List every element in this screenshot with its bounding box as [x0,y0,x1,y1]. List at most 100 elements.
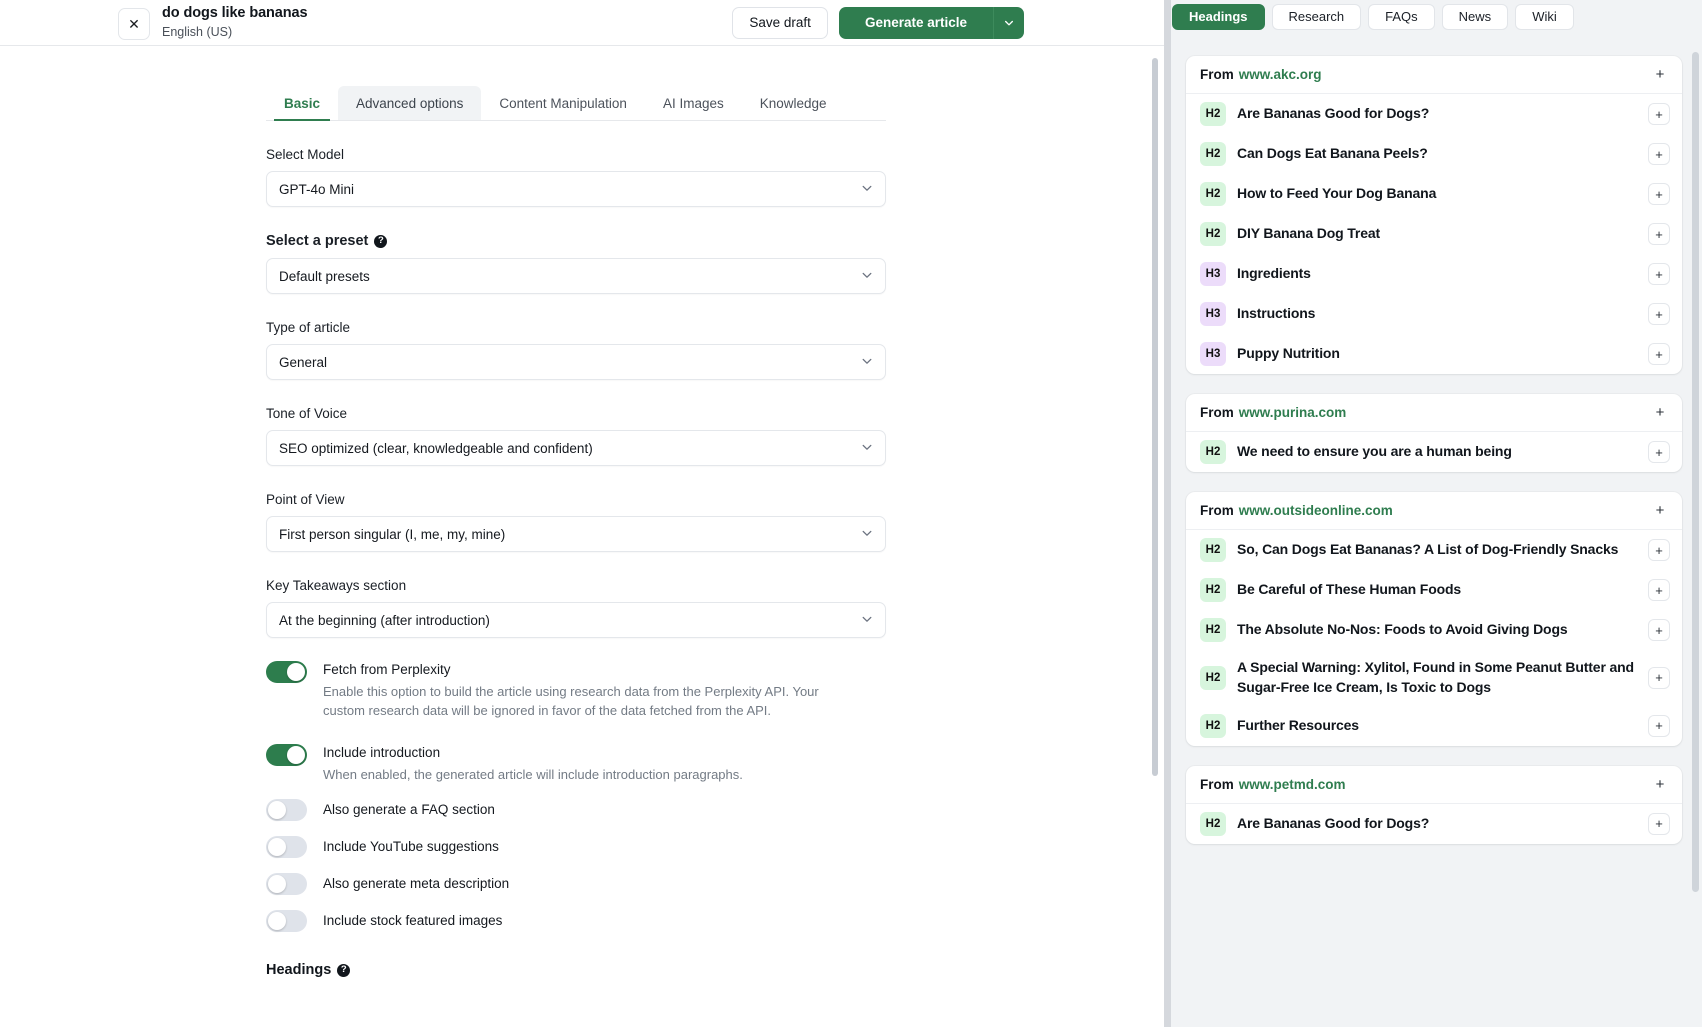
research-pane-tabs: Headings Research FAQs News Wiki [1164,0,1702,34]
point-of-view-dropdown[interactable]: First person singular (I, me, my, mine) [266,516,886,552]
tab-faqs[interactable]: FAQs [1368,3,1435,30]
source-card-header: From www.petmd.com + [1186,766,1682,804]
toggle-knob [268,801,286,820]
heading-row: H2 Can Dogs Eat Banana Peels? + [1186,134,1682,174]
field-tone-of-voice: Tone of Voice SEO optimized (clear, know… [266,406,886,466]
tab-advanced-options[interactable]: Advanced options [338,86,482,120]
select-model-dropdown[interactable]: GPT-4o Mini [266,171,886,207]
plus-icon[interactable]: + [1650,774,1670,794]
research-pane-scrollbar[interactable] [1692,52,1699,892]
settings-scroll-area[interactable]: Basic Advanced options Content Manipulat… [0,46,1164,1027]
chevron-down-icon [861,355,873,370]
field-label: Type of article [266,320,886,335]
plus-icon[interactable]: + [1650,403,1670,423]
plus-icon[interactable]: + [1648,579,1670,601]
select-model-label: Select Model [266,147,345,162]
heading-level-badge: H2 [1200,578,1226,602]
heading-text: We need to ensure you are a human being [1237,443,1512,460]
type-of-article-label: Type of article [266,320,351,335]
topbar-actions: Save draft Generate article [732,6,1154,39]
type-of-article-value: General [279,354,328,370]
toggle-row-include-introduction: Include introduction When enabled, the g… [266,743,906,784]
plus-icon[interactable]: + [1648,619,1670,641]
toggle-faq-section[interactable] [266,799,307,822]
toggle-row-youtube-suggestions: Include YouTube suggestions [266,835,906,859]
tab-ai-images[interactable]: AI Images [645,86,742,120]
heading-level-badge: H2 [1200,102,1226,126]
toggle-fetch-from-perplexity[interactable] [266,661,307,683]
source-url[interactable]: www.akc.org [1239,67,1322,82]
toggle-label: Include stock featured images [323,912,503,928]
select-preset-dropdown[interactable]: Default presets [266,258,886,294]
field-point-of-view: Point of View First person singular (I, … [266,492,886,552]
heading-text: Are Bananas Good for Dogs? [1237,814,1430,831]
source-card: From www.petmd.com + H2 Are Bananas Good… [1186,765,1682,844]
left-pane-scrollbar[interactable] [1152,58,1158,776]
plus-icon[interactable]: + [1648,812,1670,835]
tab-content-manipulation[interactable]: Content Manipulation [481,86,645,120]
plus-icon[interactable]: + [1648,303,1670,325]
plus-icon[interactable]: + [1648,183,1670,205]
plus-icon[interactable]: + [1648,143,1670,165]
heading-row: H2 Are Bananas Good for Dogs? + [1186,94,1682,134]
heading-row: H3 Puppy Nutrition + [1186,334,1682,374]
heading-row: H2 How to Feed Your Dog Banana + [1186,174,1682,214]
key-takeaways-value: At the beginning (after introduction) [279,612,490,628]
key-takeaways-dropdown[interactable]: At the beginning (after introduction) [266,602,886,638]
toggle-knob [268,838,286,857]
tab-wiki[interactable]: Wiki [1515,3,1574,30]
article-settings-pane: ✕ do dogs like bananas English (US) Save… [0,0,1164,1027]
select-preset-label: Select a preset [266,233,369,249]
save-draft-button[interactable]: Save draft [732,6,828,39]
plus-icon[interactable]: + [1648,343,1670,365]
tone-of-voice-dropdown[interactable]: SEO optimized (clear, knowledgeable and … [266,430,886,466]
toggle-row-stock-featured-images: Include stock featured images [266,909,906,933]
source-card-header: From www.akc.org + [1186,56,1682,94]
toggle-youtube-suggestions[interactable] [266,836,307,859]
plus-icon[interactable]: + [1648,223,1670,245]
plus-icon[interactable]: + [1648,539,1670,561]
toggle-label: Include introduction [323,744,441,760]
source-url[interactable]: www.outsideonline.com [1239,503,1393,518]
toggle-stock-featured-images[interactable] [266,910,307,933]
plus-icon[interactable]: + [1648,714,1670,737]
help-icon[interactable]: ? [374,234,388,248]
tab-knowledge[interactable]: Knowledge [742,86,845,120]
heading-text: DIY Banana Dog Treat [1237,225,1381,242]
settings-form: Basic Advanced options Content Manipulat… [0,46,1150,978]
chevron-down-icon[interactable] [993,6,1024,39]
plus-icon[interactable]: + [1650,65,1670,85]
toggle-meta-description[interactable] [266,873,307,896]
type-of-article-dropdown[interactable]: General [266,344,886,380]
heading-row: H2 Further Resources + [1186,706,1682,746]
heading-text: The Absolute No-Nos: Foods to Avoid Givi… [1237,621,1568,638]
tab-basic[interactable]: Basic [266,86,338,121]
tab-headings[interactable]: Headings [1172,3,1265,30]
point-of-view-label: Point of View [266,492,345,507]
plus-icon[interactable]: + [1650,501,1670,521]
toggle-knob [268,875,286,894]
page-title: do dogs like bananas [162,5,308,22]
source-url[interactable]: www.purina.com [1239,405,1347,420]
source-card-header: From www.purina.com + [1186,394,1682,432]
plus-icon[interactable]: + [1648,441,1670,463]
plus-icon[interactable]: + [1648,666,1670,689]
headings-cards-area[interactable]: From www.akc.org + H2 Are Bananas Good f… [1164,34,1702,1027]
heading-level-badge: H3 [1200,262,1226,286]
plus-icon[interactable]: + [1648,263,1670,285]
chevron-down-icon [861,527,873,542]
heading-text: Are Bananas Good for Dogs? [1237,105,1430,122]
tab-news[interactable]: News [1441,3,1509,30]
source-url[interactable]: www.petmd.com [1239,777,1346,792]
heading-level-badge: H2 [1200,182,1226,206]
heading-level-badge: H2 [1200,665,1226,690]
chevron-down-icon [861,441,873,456]
toggle-include-introduction[interactable] [266,743,307,766]
generate-article-button[interactable]: Generate article [838,6,993,39]
close-icon[interactable]: ✕ [118,8,150,40]
help-icon[interactable]: ? [337,963,351,977]
tab-research[interactable]: Research [1271,3,1362,30]
from-label: From [1200,776,1234,792]
plus-icon[interactable]: + [1648,103,1670,125]
heading-level-badge: H2 [1200,618,1226,642]
